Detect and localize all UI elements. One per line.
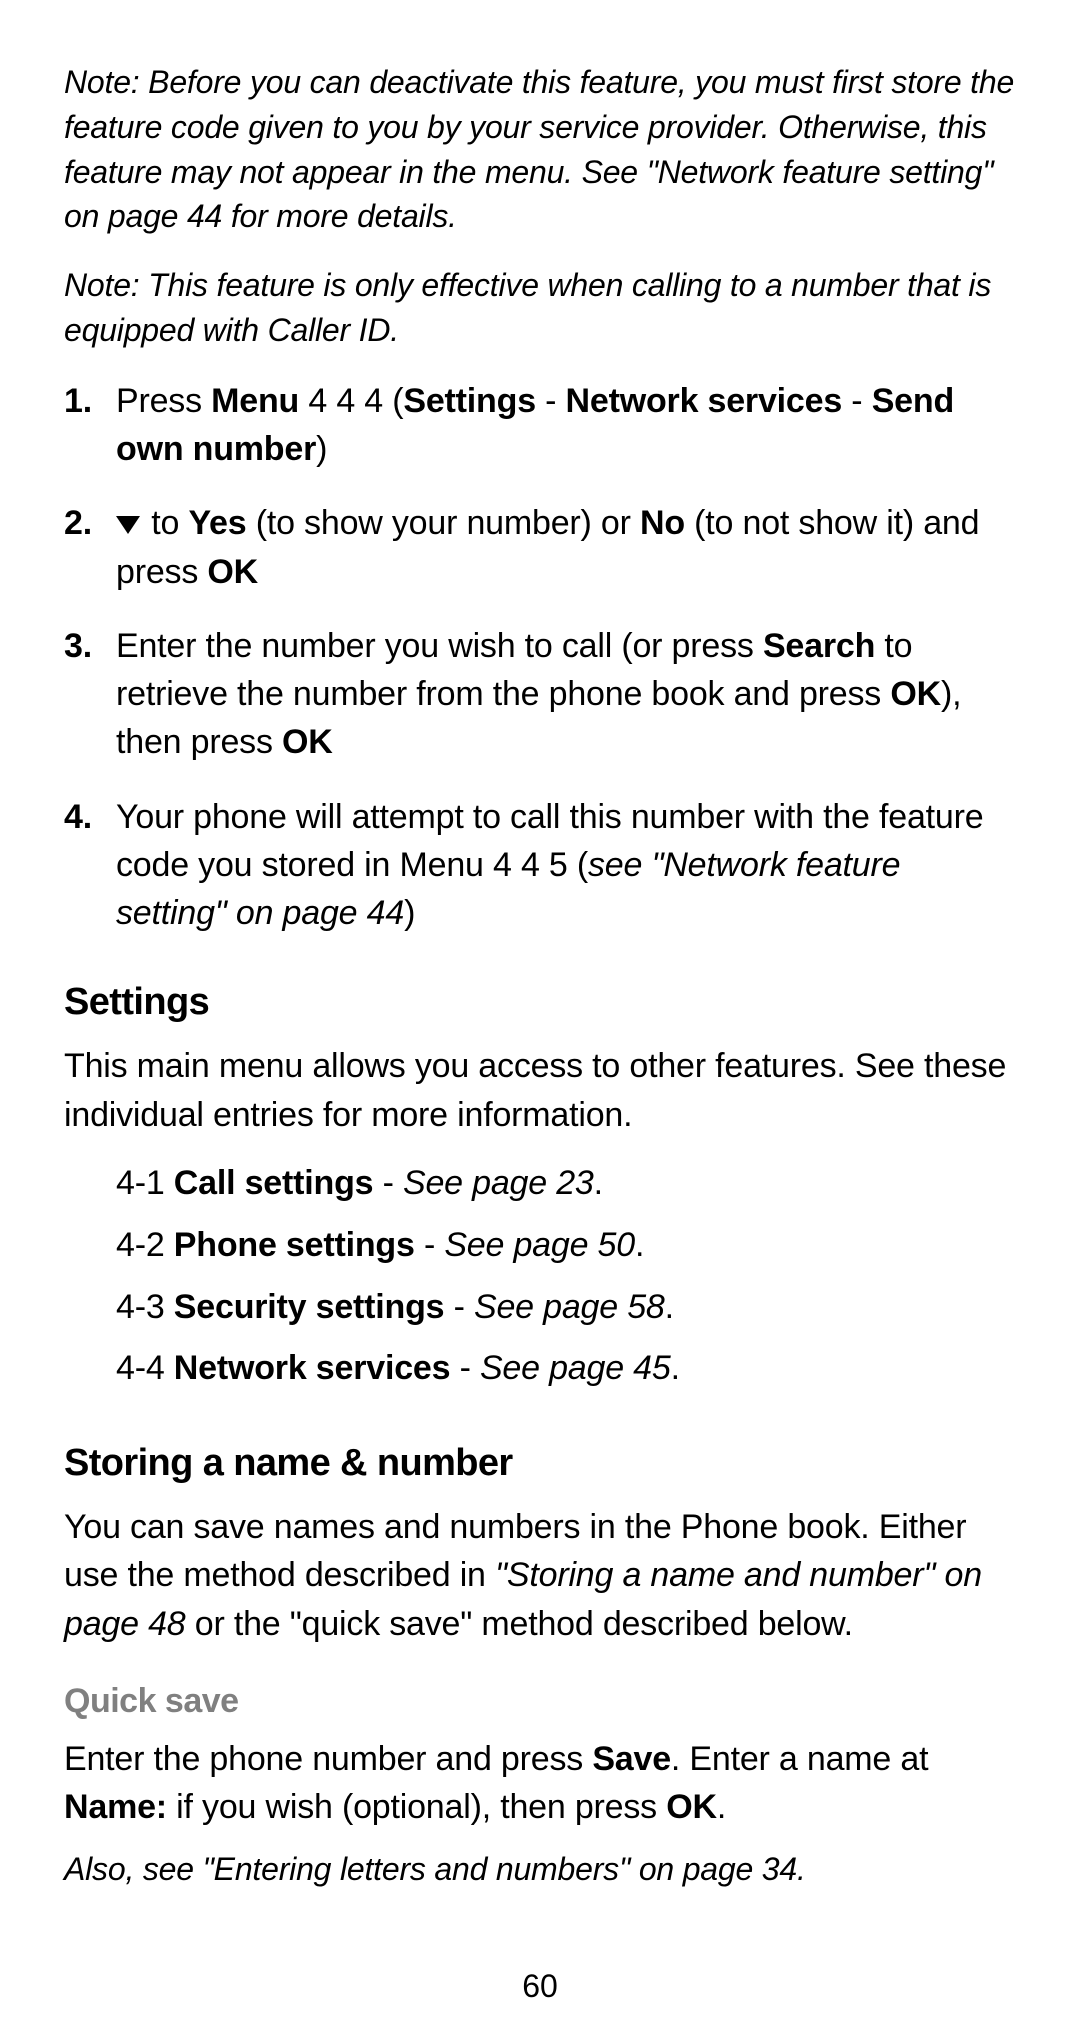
- page-ref: See page 45: [480, 1349, 671, 1387]
- text: .: [717, 1788, 726, 1826]
- settings-item: 4-4 Network services - See page 45.: [116, 1340, 1016, 1398]
- quicksave-also: Also, see "Entering letters and numbers"…: [64, 1847, 1016, 1892]
- step-1: 1. Press Menu 4 4 4 (Settings - Network …: [64, 377, 1016, 474]
- step-body: Your phone will attempt to call this num…: [116, 793, 1016, 938]
- bold: No: [640, 504, 685, 542]
- step-body: Enter the number you wish to call (or pr…: [116, 622, 1016, 767]
- dot: .: [635, 1226, 644, 1264]
- quicksave-paragraph: Enter the phone number and press Save. E…: [64, 1735, 1016, 1832]
- page-ref: See page 50: [444, 1226, 635, 1264]
- bold: Search: [763, 627, 875, 665]
- bold: OK: [282, 723, 333, 761]
- step-3: 3. Enter the number you wish to call (or…: [64, 622, 1016, 767]
- text: Press: [116, 382, 211, 420]
- bold: Save: [592, 1740, 671, 1778]
- bold: OK: [207, 553, 258, 591]
- settings-heading: Settings: [64, 981, 1016, 1024]
- page-ref: See page 23: [403, 1164, 594, 1202]
- item-name: Security settings: [174, 1288, 445, 1326]
- text: . Enter a name at: [671, 1740, 928, 1778]
- sep: -: [450, 1349, 480, 1387]
- step-number: 4.: [64, 793, 116, 938]
- step-number: 3.: [64, 622, 116, 767]
- text: Enter the number you wish to call (or pr…: [116, 627, 763, 665]
- dot: .: [671, 1349, 680, 1387]
- step-number: 1.: [64, 377, 116, 474]
- settings-item: 4-1 Call settings - See page 23.: [116, 1155, 1016, 1213]
- prefix: 4-2: [116, 1226, 174, 1264]
- page-ref: See page 58: [474, 1288, 665, 1326]
- text: to: [142, 504, 188, 542]
- step-2: 2. to Yes (to show your number) or No (t…: [64, 499, 1016, 596]
- step-body: to Yes (to show your number) or No (to n…: [116, 499, 1016, 596]
- prefix: 4-4: [116, 1349, 174, 1387]
- text: Enter the phone number and press: [64, 1740, 592, 1778]
- page-number: 60: [0, 1968, 1080, 2005]
- text: (to show your number) or: [246, 504, 640, 542]
- storing-paragraph: You can save names and numbers in the Ph…: [64, 1503, 1016, 1648]
- text: or the "quick save" method described bel…: [186, 1605, 853, 1643]
- item-name: Call settings: [174, 1164, 374, 1202]
- down-arrow-icon: [116, 516, 140, 534]
- quicksave-heading: Quick save: [64, 1682, 1016, 1721]
- text: 4 4 4 (: [299, 382, 403, 420]
- item-name: Network services: [174, 1349, 451, 1387]
- sep: -: [415, 1226, 445, 1264]
- note-1: Note: Before you can deactivate this fea…: [64, 60, 1016, 239]
- dot: .: [594, 1164, 603, 1202]
- bold: Settings: [403, 382, 536, 420]
- text: if you wish (optional), then press: [167, 1788, 666, 1826]
- storing-heading: Storing a name & number: [64, 1442, 1016, 1485]
- settings-item: 4-3 Security settings - See page 58.: [116, 1279, 1016, 1337]
- instruction-list: 1. Press Menu 4 4 4 (Settings - Network …: [64, 377, 1016, 938]
- sep: -: [373, 1164, 403, 1202]
- dot: .: [665, 1288, 674, 1326]
- bold: Network services: [566, 382, 843, 420]
- step-number: 2.: [64, 499, 116, 596]
- prefix: 4-3: [116, 1288, 174, 1326]
- text: ): [404, 894, 415, 932]
- bold: OK: [666, 1788, 717, 1826]
- note-2: Note: This feature is only effective whe…: [64, 263, 1016, 353]
- settings-item: 4-2 Phone settings - See page 50.: [116, 1217, 1016, 1275]
- bold: Menu: [211, 382, 299, 420]
- settings-intro: This main menu allows you access to othe…: [64, 1042, 1016, 1139]
- text: -: [842, 382, 872, 420]
- step-4: 4. Your phone will attempt to call this …: [64, 793, 1016, 938]
- prefix: 4-1: [116, 1164, 174, 1202]
- bold: Yes: [188, 504, 246, 542]
- sep: -: [444, 1288, 474, 1326]
- text: -: [536, 382, 566, 420]
- item-name: Phone settings: [174, 1226, 415, 1264]
- bold: OK: [890, 675, 941, 713]
- settings-list: 4-1 Call settings - See page 23. 4-2 Pho…: [64, 1155, 1016, 1398]
- step-body: Press Menu 4 4 4 (Settings - Network ser…: [116, 377, 1016, 474]
- bold: Name:: [64, 1788, 167, 1826]
- text: ): [316, 430, 327, 468]
- document-page: Note: Before you can deactivate this fea…: [0, 0, 1080, 1892]
